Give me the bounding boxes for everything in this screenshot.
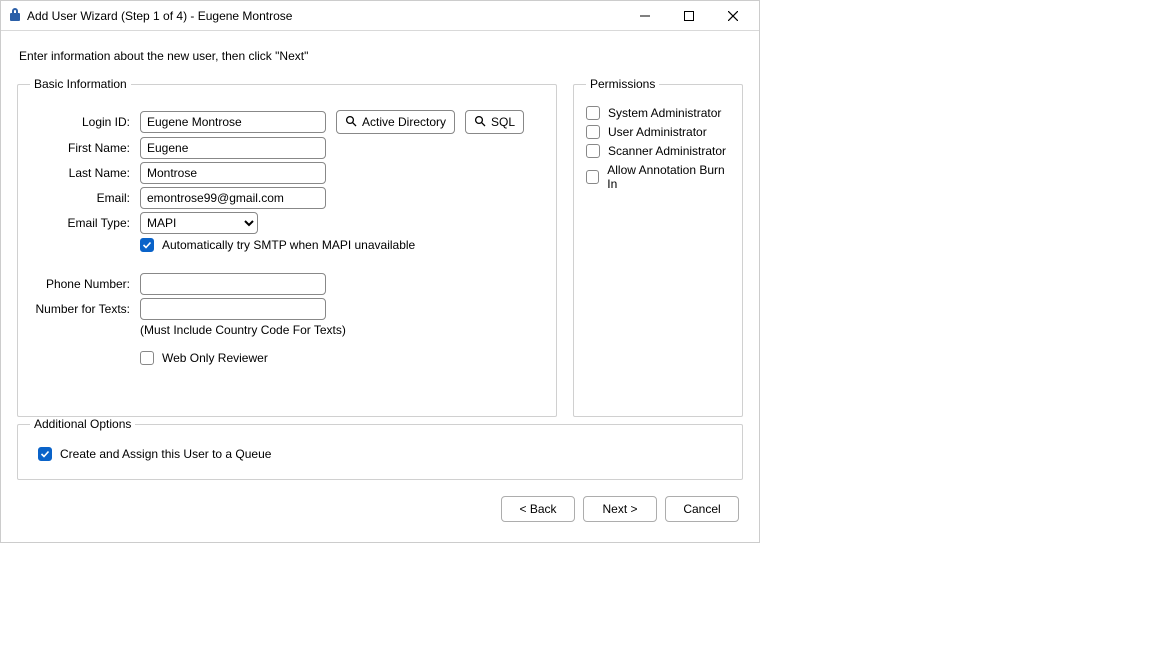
smtp-fallback-label: Automatically try SMTP when MAPI unavail… bbox=[162, 238, 415, 252]
additional-options-group: Additional Options Create and Assign thi… bbox=[17, 417, 743, 480]
next-button[interactable]: Next > bbox=[583, 496, 657, 522]
permission-label: User Administrator bbox=[608, 125, 707, 139]
user-administrator-checkbox[interactable] bbox=[586, 125, 600, 139]
assign-queue-checkbox[interactable] bbox=[38, 447, 52, 461]
title-area: Add User Wizard (Step 1 of 4) - Eugene M… bbox=[9, 7, 623, 24]
dialog-body: Enter information about the new user, th… bbox=[1, 31, 759, 542]
texts-hint: (Must Include Country Code For Texts) bbox=[140, 323, 544, 337]
instruction-text: Enter information about the new user, th… bbox=[19, 49, 743, 63]
email-type-label: Email Type: bbox=[30, 216, 130, 230]
web-only-reviewer-label: Web Only Reviewer bbox=[162, 351, 268, 365]
first-name-input[interactable] bbox=[140, 137, 326, 159]
first-name-label: First Name: bbox=[30, 141, 130, 155]
active-directory-button[interactable]: Active Directory bbox=[336, 110, 455, 134]
permission-label: Allow Annotation Burn In bbox=[607, 163, 730, 191]
web-only-reviewer-checkbox[interactable] bbox=[140, 351, 154, 365]
basic-information-group: Basic Information Login ID: Active Direc… bbox=[17, 77, 557, 417]
assign-queue-label: Create and Assign this User to a Queue bbox=[60, 447, 271, 461]
active-directory-button-label: Active Directory bbox=[362, 115, 446, 129]
search-icon bbox=[345, 115, 357, 130]
sql-button-label: SQL bbox=[491, 115, 515, 129]
scanner-administrator-checkbox[interactable] bbox=[586, 144, 600, 158]
search-icon bbox=[474, 115, 486, 130]
smtp-fallback-checkbox[interactable] bbox=[140, 238, 154, 252]
texts-number-label: Number for Texts: bbox=[30, 302, 130, 316]
phone-input[interactable] bbox=[140, 273, 326, 295]
title-bar: Add User Wizard (Step 1 of 4) - Eugene M… bbox=[1, 1, 759, 31]
texts-number-input[interactable] bbox=[140, 298, 326, 320]
phone-label: Phone Number: bbox=[30, 277, 130, 291]
permissions-group: Permissions System Administrator User Ad… bbox=[573, 77, 743, 417]
email-input[interactable] bbox=[140, 187, 326, 209]
dialog-footer: < Back Next > Cancel bbox=[17, 480, 743, 526]
last-name-input[interactable] bbox=[140, 162, 326, 184]
window-title: Add User Wizard (Step 1 of 4) - Eugene M… bbox=[27, 9, 292, 23]
system-administrator-checkbox[interactable] bbox=[586, 106, 600, 120]
login-id-input[interactable] bbox=[140, 111, 326, 133]
close-button[interactable] bbox=[711, 2, 755, 30]
lock-icon bbox=[9, 7, 21, 24]
maximize-button[interactable] bbox=[667, 2, 711, 30]
minimize-button[interactable] bbox=[623, 2, 667, 30]
back-button[interactable]: < Back bbox=[501, 496, 575, 522]
email-type-select[interactable]: MAPI bbox=[140, 212, 258, 234]
permission-label: System Administrator bbox=[608, 106, 721, 120]
basic-information-legend: Basic Information bbox=[30, 77, 131, 91]
dialog-window: Add User Wizard (Step 1 of 4) - Eugene M… bbox=[0, 0, 760, 543]
allow-annotation-burn-in-checkbox[interactable] bbox=[586, 170, 599, 184]
permissions-legend: Permissions bbox=[586, 77, 659, 91]
cancel-button[interactable]: Cancel bbox=[665, 496, 739, 522]
email-label: Email: bbox=[30, 191, 130, 205]
sql-button[interactable]: SQL bbox=[465, 110, 524, 134]
last-name-label: Last Name: bbox=[30, 166, 130, 180]
permission-label: Scanner Administrator bbox=[608, 144, 726, 158]
login-id-label: Login ID: bbox=[30, 115, 130, 129]
additional-options-legend: Additional Options bbox=[30, 417, 135, 431]
